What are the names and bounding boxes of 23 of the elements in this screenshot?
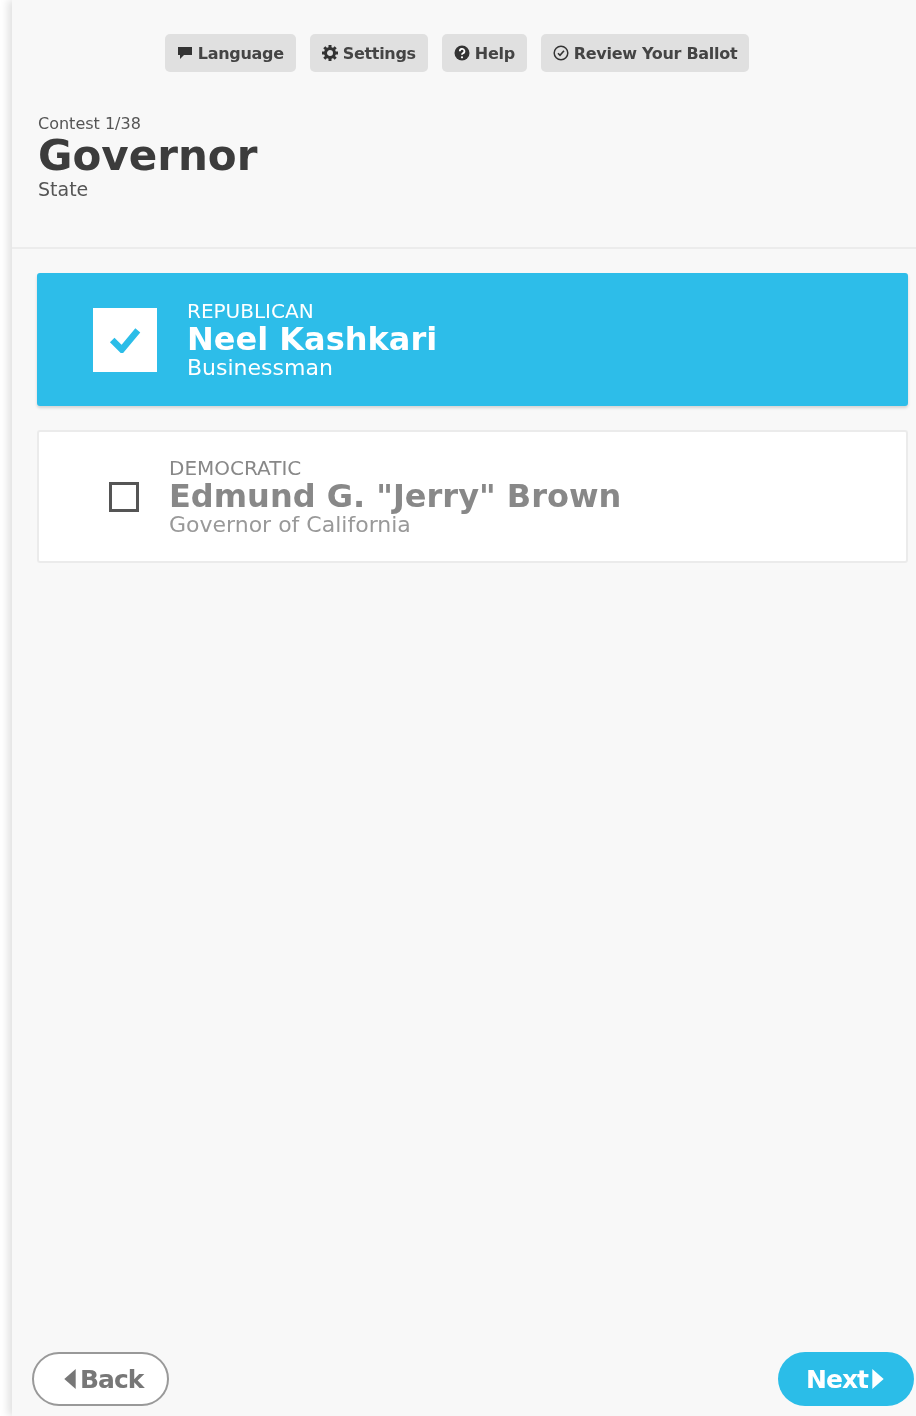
candidate-occupation: Businessman (187, 355, 334, 380)
settings-icon (321, 45, 338, 61)
help-button[interactable]: Help (441, 34, 527, 72)
language-button[interactable]: Language (164, 34, 296, 72)
party-label: DEMOCRATIC (169, 456, 303, 479)
party-label: REPUBLICAN (187, 299, 315, 322)
contest-district: State (38, 179, 90, 199)
candidate-option[interactable]: DEMOCRATIC Edmund G. "Jerry" Brown Governor of California (37, 430, 908, 563)
caret-left-icon (64, 1369, 76, 1389)
checkmark-icon (109, 326, 141, 353)
help-icon (453, 45, 470, 61)
checkbox[interactable] (93, 307, 157, 372)
contest-title: Governor (38, 133, 259, 179)
settings-button[interactable]: Settings (309, 34, 428, 72)
speech-bubble-icon (176, 45, 193, 61)
contest-counter: Contest 1/38 (38, 114, 142, 133)
candidate-name: Edmund G. "Jerry" Brown (169, 478, 622, 513)
back-button[interactable]: Back (32, 1352, 170, 1406)
review-button[interactable]: Review Your Ballot (540, 34, 750, 72)
caret-right-icon (872, 1369, 884, 1389)
candidate-name: Neel Kashkari (187, 321, 438, 356)
checkbox[interactable] (109, 481, 139, 512)
check-circle-icon (552, 45, 569, 61)
